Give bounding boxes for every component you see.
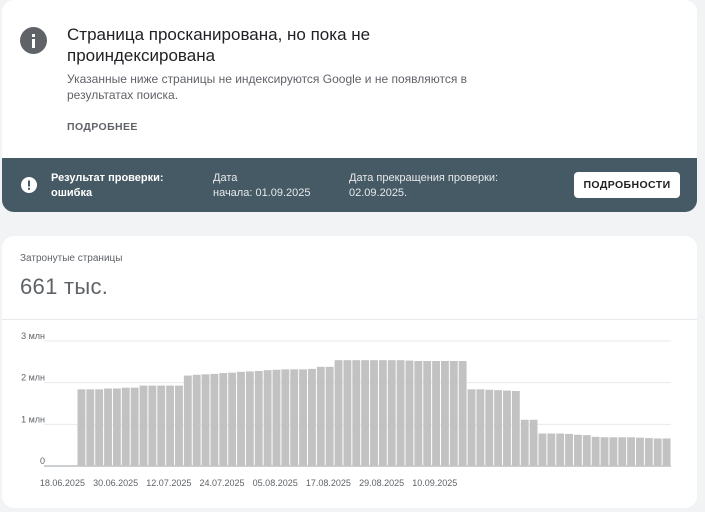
chart-bar — [254, 371, 263, 466]
chart-bar — [644, 438, 653, 466]
validation-result-label: Результат проверки: — [51, 172, 164, 184]
chart-bar — [653, 438, 662, 466]
alert-icon — [21, 177, 37, 193]
x-tick-label: 18.06.2025 — [40, 478, 85, 488]
learn-more-link[interactable]: ПОДРОБНЕЕ — [67, 121, 138, 133]
chart-bar — [529, 419, 538, 466]
chart-bar — [476, 389, 485, 466]
y-tick-label: 3 млн — [21, 331, 45, 341]
chart-bar — [387, 360, 396, 466]
chart-bar — [157, 385, 166, 466]
issue-card: Страница просканирована, но пока не прои… — [2, 0, 697, 212]
chart-bar — [627, 437, 636, 466]
chart-bar — [95, 389, 104, 466]
chart-bar — [308, 368, 316, 466]
validation-result-value: ошибка — [51, 187, 93, 199]
details-button[interactable]: ПОДРОБНОСТИ — [574, 172, 680, 198]
x-tick-label: 29.08.2025 — [359, 478, 404, 488]
x-tick-label: 05.08.2025 — [253, 478, 298, 488]
chart-bar — [458, 361, 467, 466]
chart-bar — [370, 360, 378, 466]
x-tick-label: 10.09.2025 — [412, 478, 457, 488]
chart-bar — [201, 374, 210, 466]
chart-bar — [104, 388, 112, 466]
chart-bar — [361, 360, 370, 466]
y-tick-label: 2 млн — [21, 373, 45, 383]
validation-end-value: 02.09.2025. — [349, 187, 408, 199]
chart-bar — [503, 390, 511, 466]
validation-result: Результат проверки: ошибка — [51, 171, 191, 201]
y-tick-label: 1 млн — [21, 414, 45, 424]
chart-bar — [556, 433, 565, 466]
chart-bar — [494, 390, 503, 466]
chart-bar — [130, 387, 139, 466]
chart-bar — [573, 434, 582, 466]
chart-bar — [609, 437, 618, 466]
chart-bar — [175, 385, 183, 466]
chart-bar — [237, 371, 245, 466]
chart-bar — [272, 369, 281, 466]
chart-bar — [600, 437, 609, 466]
chart-bar — [299, 369, 308, 466]
chart-bar — [343, 360, 352, 466]
chart-bar — [485, 389, 494, 466]
chart-bar — [414, 361, 423, 466]
chart-bar — [423, 361, 432, 466]
validation-end-date: Дата прекращения проверки: 02.09.2025. — [349, 171, 549, 201]
chart-bar — [139, 385, 148, 466]
chart-bar — [281, 369, 290, 466]
chart-bar — [325, 366, 334, 466]
chart-bar — [547, 433, 556, 466]
validation-start-date: Дата начала: 01.09.2025 — [213, 171, 333, 201]
affected-pages-chart: 0 1 млн 2 млн 3 млн 18.06.2025 30.06.2025 12.0… — [21, 331, 671, 488]
issue-title: Страница просканирована, но пока не прои… — [67, 25, 371, 65]
chart-bar — [520, 419, 529, 466]
validation-start-label: Дата — [213, 172, 238, 184]
validation-status-bar: Результат проверки: ошибка Дата начала: … — [2, 158, 697, 212]
chart-bar — [219, 373, 228, 466]
chart-bar — [467, 389, 476, 466]
chart-bar — [352, 360, 361, 466]
chart-bar — [591, 436, 600, 466]
chart-bar — [378, 360, 387, 466]
validation-start-value: начала: 01.09.2025 — [213, 187, 311, 199]
chart-bar — [210, 373, 219, 466]
chart-bar — [121, 387, 130, 466]
chart-bar — [449, 361, 458, 466]
chart-bar — [618, 437, 627, 466]
chart-bar — [432, 361, 440, 466]
x-tick-label: 24.07.2025 — [199, 478, 244, 488]
chart-bar — [77, 389, 86, 466]
y-tick-label: 0 — [40, 456, 45, 466]
chart-bar — [582, 435, 591, 466]
chart-bar — [148, 385, 157, 466]
affected-pages-card: Затронутые страницы 661 тыс. 01 млн 2 млн… — [2, 236, 697, 508]
chart-bar — [636, 437, 644, 466]
chart-bar — [565, 433, 573, 466]
chart-bar — [662, 438, 671, 466]
chart-bar — [183, 375, 192, 466]
chart-bar — [396, 360, 405, 466]
chart-bar — [86, 389, 95, 466]
x-tick-label: 30.06.2025 — [93, 478, 138, 488]
chart-bar — [538, 433, 547, 466]
chart-bar — [316, 366, 325, 466]
chart-bar — [440, 361, 449, 466]
chart-bar — [166, 385, 175, 466]
info-icon — [20, 27, 47, 54]
issue-description: Указанные ниже страницы не индексируются… — [67, 72, 468, 102]
chart-bar — [511, 391, 520, 466]
chart-bar — [263, 370, 272, 466]
chart-bar — [334, 360, 343, 466]
chart-bar — [405, 360, 414, 466]
x-tick-label: 17.08.2025 — [306, 478, 351, 488]
validation-end-label: Дата прекращения проверки: — [349, 172, 499, 184]
chart-bar — [192, 374, 201, 466]
x-tick-label: 12.07.2025 — [146, 478, 191, 488]
chart-bar — [228, 372, 237, 466]
chart-bar — [245, 371, 254, 466]
chart-bar — [112, 388, 121, 466]
chart-bar — [290, 369, 299, 466]
